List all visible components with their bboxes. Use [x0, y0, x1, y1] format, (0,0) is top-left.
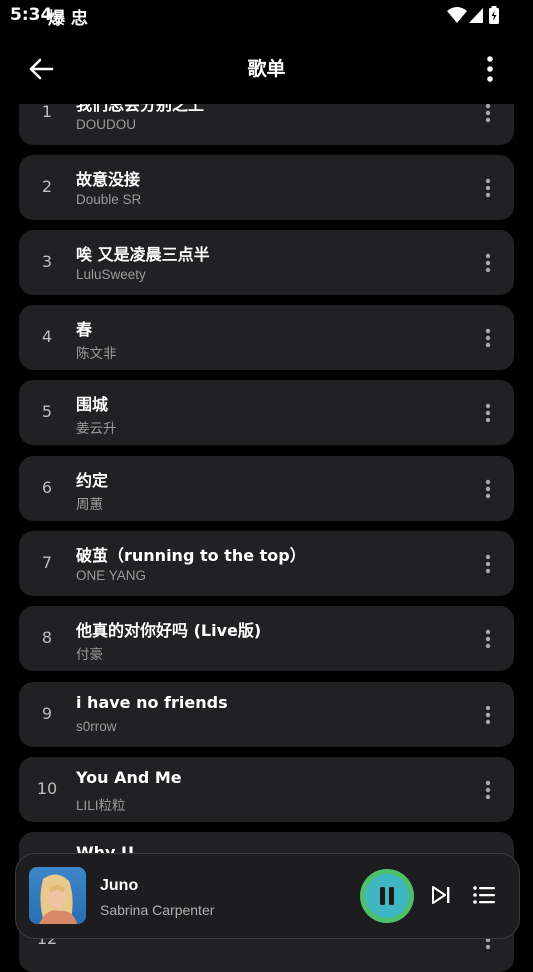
song-index: 3	[41, 252, 53, 271]
song-artist: DOUDOU	[76, 117, 136, 132]
more-vertical-icon[interactable]	[477, 323, 499, 353]
more-vertical-icon[interactable]	[477, 700, 499, 730]
more-vertical-icon[interactable]	[477, 549, 499, 579]
song-row[interactable]: 8 他真的对你好吗 (Live版) 付豪	[19, 606, 514, 671]
pause-icon[interactable]	[359, 868, 415, 924]
song-title: 春	[76, 320, 93, 339]
song-artist: LILI粒粒	[76, 798, 126, 813]
song-index: 9	[41, 704, 53, 723]
song-list[interactable]: 1 我们总会分别之上 DOUDOU 2 故意没接 Double SR 3 唉 又…	[0, 0, 533, 972]
song-artist: LuluSweety	[76, 267, 146, 282]
song-row[interactable]: 6 约定 周蕙	[19, 456, 514, 521]
album-art-image	[29, 867, 86, 924]
playlist-icon[interactable]	[472, 884, 496, 906]
song-row[interactable]: 3 唉 又是凌晨三点半 LuluSweety	[19, 230, 514, 295]
song-index: 8	[41, 628, 53, 647]
song-row[interactable]: 9 i have no friends s0rrow	[19, 682, 514, 747]
song-title: You And Me	[76, 768, 182, 787]
song-artist: Double SR	[76, 192, 142, 207]
song-index: 10	[36, 779, 58, 798]
song-index: 7	[41, 553, 53, 572]
song-title: 唉 又是凌晨三点半	[76, 245, 210, 264]
song-artist: 陈文非	[76, 346, 117, 361]
song-index: 6	[41, 478, 53, 497]
song-artist: ONE YANG	[76, 568, 147, 583]
song-artist: 姜云升	[76, 421, 117, 436]
more-options-icon[interactable]	[470, 52, 510, 86]
song-title: 破茧（running to the top）	[76, 546, 306, 565]
now-playing-title: Juno	[100, 877, 139, 894]
song-artist: 周蕙	[76, 497, 103, 512]
more-vertical-icon[interactable]	[477, 173, 499, 203]
more-vertical-icon[interactable]	[477, 775, 499, 805]
song-title: 约定	[76, 471, 109, 490]
song-index: 2	[41, 177, 53, 196]
song-row[interactable]: 4 春 陈文非	[19, 305, 514, 370]
more-vertical-icon[interactable]	[477, 474, 499, 504]
song-artist: s0rrow	[76, 719, 117, 734]
song-title: 故意没接	[76, 170, 141, 189]
song-index: 4	[41, 327, 53, 346]
song-index: 1	[41, 102, 53, 121]
mini-player[interactable]: Juno Sabrina Carpenter	[15, 853, 520, 939]
song-title: i have no friends	[76, 693, 228, 712]
more-vertical-icon[interactable]	[477, 624, 499, 654]
song-row[interactable]: 7 破茧（running to the top） ONE YANG	[19, 531, 514, 596]
album-cover[interactable]	[29, 867, 86, 924]
song-row[interactable]: 5 围城 姜云升	[19, 380, 514, 445]
more-vertical-icon[interactable]	[477, 248, 499, 278]
app-bar: 歌单	[0, 32, 533, 104]
skip-next-icon[interactable]	[430, 884, 452, 906]
song-row[interactable]: 10 You And Me LILI粒粒	[19, 757, 514, 822]
song-title: 他真的对你好吗 (Live版)	[76, 621, 262, 640]
song-row[interactable]: 2 故意没接 Double SR	[19, 155, 514, 220]
now-playing-artist: Sabrina Carpenter	[100, 902, 215, 918]
page-title: 歌单	[247, 58, 286, 80]
song-artist: 付豪	[76, 647, 103, 662]
song-title: 围城	[76, 395, 109, 414]
more-vertical-icon[interactable]	[477, 398, 499, 428]
song-index: 5	[41, 402, 53, 421]
